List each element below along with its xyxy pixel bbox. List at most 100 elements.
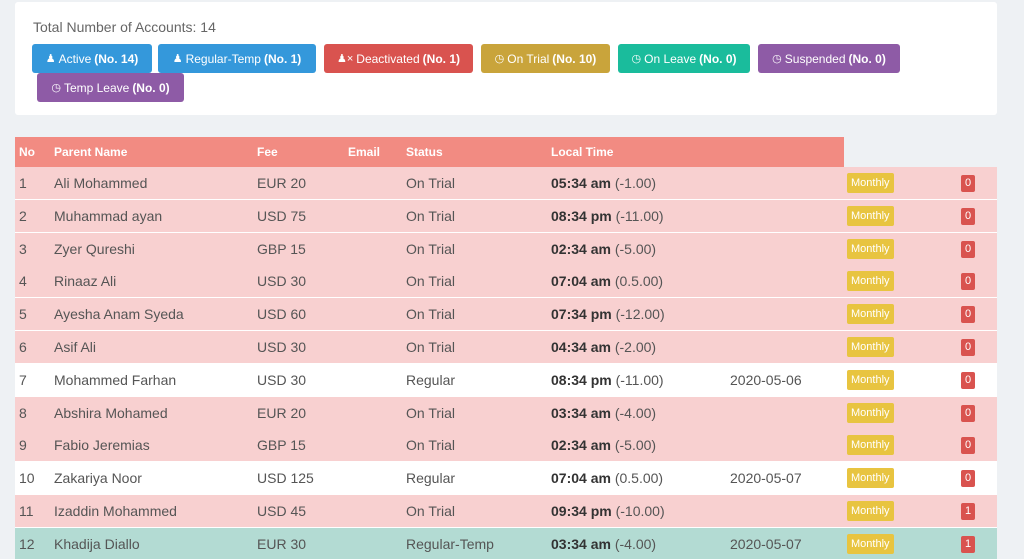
table-row[interactable]: 5 Ayesha Anam Syeda USD 60 On Trial 07:34 pm… bbox=[15, 298, 997, 332]
plan-badge[interactable]: Monthly bbox=[847, 173, 894, 193]
filter-active-button[interactable]: ♟ Active (No. 14) bbox=[32, 44, 152, 73]
time-value: 07:04 am bbox=[551, 470, 611, 487]
filter-count: (No. 14) bbox=[94, 51, 139, 66]
time-offset: (0.5.00) bbox=[614, 470, 664, 487]
time-offset: (0.5.00) bbox=[614, 273, 664, 290]
count-badge[interactable]: 0 bbox=[961, 273, 975, 291]
filter-deactivated-button[interactable]: ♟× Deactivated (No. 1) bbox=[324, 44, 473, 73]
cell-no: 2 bbox=[19, 207, 27, 224]
header-parent-name[interactable]: Parent Name bbox=[54, 145, 127, 159]
time-value: 03:34 am bbox=[551, 535, 611, 552]
cell-no: 12 bbox=[19, 535, 35, 552]
plan-badge[interactable]: Monthly bbox=[847, 533, 894, 554]
count-badge[interactable]: 0 bbox=[961, 470, 975, 488]
user-times-icon: ♟× bbox=[336, 53, 354, 65]
header-status[interactable]: Status bbox=[406, 145, 443, 159]
count-badge[interactable]: 0 bbox=[961, 437, 975, 455]
time-offset: (-12.00) bbox=[615, 306, 665, 323]
cell-fee: USD 45 bbox=[257, 503, 307, 519]
count-badge[interactable]: 0 bbox=[961, 175, 975, 192]
plan-badge[interactable]: Monthly bbox=[847, 369, 894, 390]
plan-badge[interactable]: Monthly bbox=[847, 304, 894, 325]
cell-no: 6 bbox=[19, 339, 27, 355]
time-value: 04:34 am bbox=[551, 339, 611, 355]
cell-status: On Trial bbox=[406, 273, 456, 290]
header-no[interactable]: No bbox=[19, 145, 35, 159]
cell-local-time: 03:34 am (-4.00) bbox=[551, 536, 656, 552]
cell-no: 10 bbox=[19, 470, 35, 487]
cell-parent-name[interactable]: Rinaaz Ali bbox=[54, 273, 116, 289]
time-value: 02:34 am bbox=[551, 240, 611, 257]
cell-fee: USD 60 bbox=[257, 306, 307, 323]
cell-no: 5 bbox=[19, 306, 27, 323]
plan-badge[interactable]: Monthly bbox=[847, 271, 894, 292]
table-row[interactable]: 3 Zyer Qureshi GBP 15 On Trial 02:34 am (-5.… bbox=[15, 232, 997, 266]
time-offset: (-1.00) bbox=[614, 175, 657, 191]
cell-local-time: 07:04 am (0.5.00) bbox=[551, 470, 663, 486]
plan-badge[interactable]: Monthly bbox=[847, 337, 894, 357]
time-offset: (-2.00) bbox=[614, 339, 657, 355]
table-row[interactable]: 4 Rinaaz Ali USD 30 On Trial 07:04 am (0.5.0… bbox=[15, 265, 997, 299]
filter-on-trial-button[interactable]: ◷ On Trial (No. 10) bbox=[481, 44, 610, 73]
filter-count: (No. 10) bbox=[552, 51, 597, 66]
time-offset: (-11.00) bbox=[615, 207, 664, 224]
cell-parent-name[interactable]: Mohammed Farhan bbox=[54, 372, 176, 388]
filter-on-leave-button[interactable]: ◷ On Leave (No. 0) bbox=[618, 44, 750, 73]
header-email[interactable]: Email bbox=[348, 145, 380, 159]
cell-parent-name[interactable]: Izaddin Mohammed bbox=[54, 503, 177, 519]
cell-status: On Trial bbox=[406, 404, 456, 421]
time-offset: (-5.00) bbox=[614, 240, 657, 257]
table-row[interactable]: 1 Ali Mohammed EUR 20 On Trial 05:34 am (-1.… bbox=[15, 167, 997, 200]
filter-temp-leave-button[interactable]: ◷ Temp Leave (No. 0) bbox=[37, 73, 184, 102]
count-badge[interactable]: 0 bbox=[961, 207, 975, 225]
cell-local-time: 07:34 pm (-12.00) bbox=[551, 306, 665, 322]
clock-icon: ◷ bbox=[51, 82, 61, 94]
filter-regular-temp-button[interactable]: ♟ Regular-Temp (No. 1) bbox=[158, 44, 316, 73]
count-badge[interactable]: 0 bbox=[961, 339, 975, 356]
time-value: 02:34 am bbox=[551, 437, 611, 454]
table-row[interactable]: 12 Khadija Diallo EUR 30 Regular-Temp 03:34 … bbox=[15, 527, 997, 559]
table-row[interactable]: 8 Abshira Mohamed EUR 20 On Trial 03:34 am (… bbox=[15, 396, 997, 430]
count-badge[interactable]: 0 bbox=[961, 240, 975, 258]
time-value: 09:34 pm bbox=[551, 503, 612, 519]
table-row[interactable]: 11 Izaddin Mohammed USD 45 On Trial 09:34 pm… bbox=[15, 495, 997, 528]
plan-badge[interactable]: Monthly bbox=[847, 501, 894, 521]
table-row[interactable]: 9 Fabio Jeremias GBP 15 On Trial 02:34 am (-… bbox=[15, 429, 997, 463]
cell-no: 3 bbox=[19, 240, 27, 257]
plan-badge[interactable]: Monthly bbox=[847, 238, 894, 259]
table-row[interactable]: 7 Mohammed Farhan USD 30 Regular 08:34 pm (-… bbox=[15, 363, 997, 397]
cell-parent-name[interactable]: Khadija Diallo bbox=[54, 536, 140, 552]
count-badge[interactable]: 0 bbox=[961, 371, 975, 389]
cell-date: 2020-05-07 bbox=[730, 535, 802, 552]
filter-label: Regular-Temp bbox=[185, 51, 261, 66]
plan-badge[interactable]: Monthly bbox=[847, 402, 894, 423]
plan-badge[interactable]: Monthly bbox=[847, 205, 894, 226]
plan-badge[interactable]: Monthly bbox=[847, 468, 894, 489]
cell-parent-name[interactable]: Asif Ali bbox=[54, 339, 96, 355]
cell-parent-name[interactable]: Abshira Mohamed bbox=[54, 405, 168, 421]
table-row[interactable]: 6 Asif Ali USD 30 On Trial 04:34 am (-2.00) M… bbox=[15, 331, 997, 364]
cell-no: 9 bbox=[19, 437, 27, 454]
cell-fee: USD 30 bbox=[257, 273, 307, 290]
cell-date: 2020-05-06 bbox=[730, 371, 802, 388]
header-local-time[interactable]: Local Time bbox=[551, 145, 613, 159]
cell-parent-name[interactable]: Zyer Qureshi bbox=[54, 241, 135, 257]
count-badge[interactable]: 0 bbox=[961, 404, 975, 422]
cell-no: 11 bbox=[19, 503, 34, 519]
count-badge[interactable]: 0 bbox=[961, 306, 975, 324]
table-row[interactable]: 10 Zakariya Noor USD 125 Regular 07:04 am (0… bbox=[15, 462, 997, 496]
count-badge[interactable]: 1 bbox=[961, 503, 975, 520]
cell-parent-name[interactable]: Muhammad ayan bbox=[54, 208, 162, 224]
cell-parent-name[interactable]: Zakariya Noor bbox=[54, 470, 142, 486]
cell-no: 1 bbox=[19, 175, 27, 191]
header-fee[interactable]: Fee bbox=[257, 145, 278, 159]
time-offset: (-4.00) bbox=[614, 404, 657, 421]
table-row[interactable]: 2 Muhammad ayan USD 75 On Trial 08:34 pm (-1… bbox=[15, 199, 997, 233]
cell-parent-name[interactable]: Ayesha Anam Syeda bbox=[54, 306, 184, 322]
plan-badge[interactable]: Monthly bbox=[847, 435, 894, 456]
cell-parent-name[interactable]: Fabio Jeremias bbox=[54, 437, 150, 453]
count-badge[interactable]: 1 bbox=[961, 535, 975, 553]
cell-local-time: 05:34 am (-1.00) bbox=[551, 175, 656, 191]
filter-suspended-button[interactable]: ◷ Suspended (No. 0) bbox=[758, 44, 900, 73]
cell-parent-name[interactable]: Ali Mohammed bbox=[54, 175, 147, 191]
